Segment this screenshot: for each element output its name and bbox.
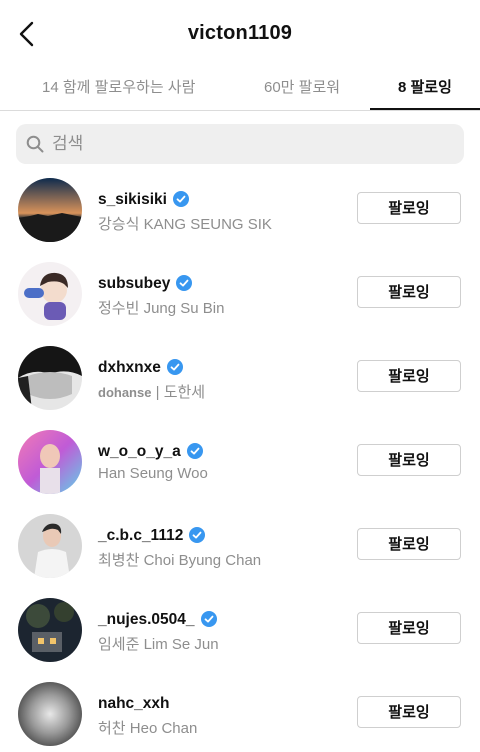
full-name: 정수빈 Jung Su Bin — [98, 300, 225, 317]
username[interactable]: w_o_o_y_a — [98, 443, 203, 461]
full-name: dohanse | 도한세 — [98, 384, 206, 401]
username[interactable]: dxhxnxe — [98, 359, 183, 377]
search-bar[interactable] — [16, 124, 464, 164]
list-item[interactable]: _nujes.0504_ 임세준 Lim Se Jun 팔로잉 — [0, 598, 480, 668]
username[interactable]: subsubey — [98, 275, 193, 293]
avatar[interactable] — [18, 346, 82, 410]
following-button[interactable]: 팔로잉 — [357, 276, 461, 308]
list-item[interactable]: s_sikisiki 강승식 KANG SEUNG SIK 팔로잉 — [0, 178, 480, 248]
username[interactable]: s_sikisiki — [98, 191, 189, 209]
verified-badge-icon — [172, 191, 189, 207]
full-name: Han Seung Woo — [98, 465, 208, 482]
following-button[interactable]: 팔로잉 — [357, 444, 461, 476]
following-button[interactable]: 팔로잉 — [357, 192, 461, 224]
tab-mutual-followers[interactable]: 14 함께 팔로우하는 사람 — [42, 76, 195, 97]
page-title: victon1109 — [187, 22, 293, 44]
username[interactable]: _nujes.0504_ — [98, 611, 217, 629]
list-item[interactable]: subsubey 정수빈 Jung Su Bin 팔로잉 — [0, 262, 480, 332]
full-name: 허찬 Heo Chan — [98, 720, 198, 737]
search-input[interactable] — [52, 124, 452, 164]
verified-badge-icon — [189, 527, 206, 543]
verified-badge-icon — [200, 611, 217, 627]
full-name: 강승식 KANG SEUNG SIK — [98, 216, 272, 233]
full-name: 임세준 Lim Se Jun — [98, 636, 219, 653]
username[interactable]: _c.b.c_1112 — [98, 527, 206, 545]
following-button[interactable]: 팔로잉 — [357, 696, 461, 728]
verified-badge-icon — [176, 275, 193, 291]
top-bar: victon1109 — [0, 0, 480, 68]
verified-badge-icon — [186, 443, 203, 459]
following-button[interactable]: 팔로잉 — [357, 528, 461, 560]
verified-badge-icon — [166, 359, 183, 375]
avatar[interactable] — [18, 598, 82, 662]
username[interactable]: nahc_xxh — [98, 695, 170, 713]
list-item[interactable]: _c.b.c_1112 최병찬 Choi Byung Chan 팔로잉 — [0, 514, 480, 584]
full-name: 최병찬 Choi Byung Chan — [98, 552, 262, 569]
avatar[interactable] — [18, 262, 82, 326]
tab-bar: 14 함께 팔로우하는 사람 60만 팔로워 8 팔로잉 — [0, 68, 480, 111]
active-tab-indicator — [370, 108, 480, 110]
search-icon — [26, 135, 44, 153]
avatar[interactable] — [18, 430, 82, 494]
list-item[interactable]: nahc_xxh 허찬 Heo Chan 팔로잉 — [0, 682, 480, 752]
tab-followers[interactable]: 60만 팔로워 — [264, 76, 340, 97]
list-item[interactable]: dxhxnxe dohanse | 도한세 팔로잉 — [0, 346, 480, 416]
avatar[interactable] — [18, 514, 82, 578]
list-item[interactable]: w_o_o_y_a Han Seung Woo 팔로잉 — [0, 430, 480, 500]
following-button[interactable]: 팔로잉 — [357, 612, 461, 644]
following-button[interactable]: 팔로잉 — [357, 360, 461, 392]
avatar[interactable] — [18, 682, 82, 746]
avatar[interactable] — [18, 178, 82, 242]
tab-following[interactable]: 8 팔로잉 — [398, 76, 452, 97]
